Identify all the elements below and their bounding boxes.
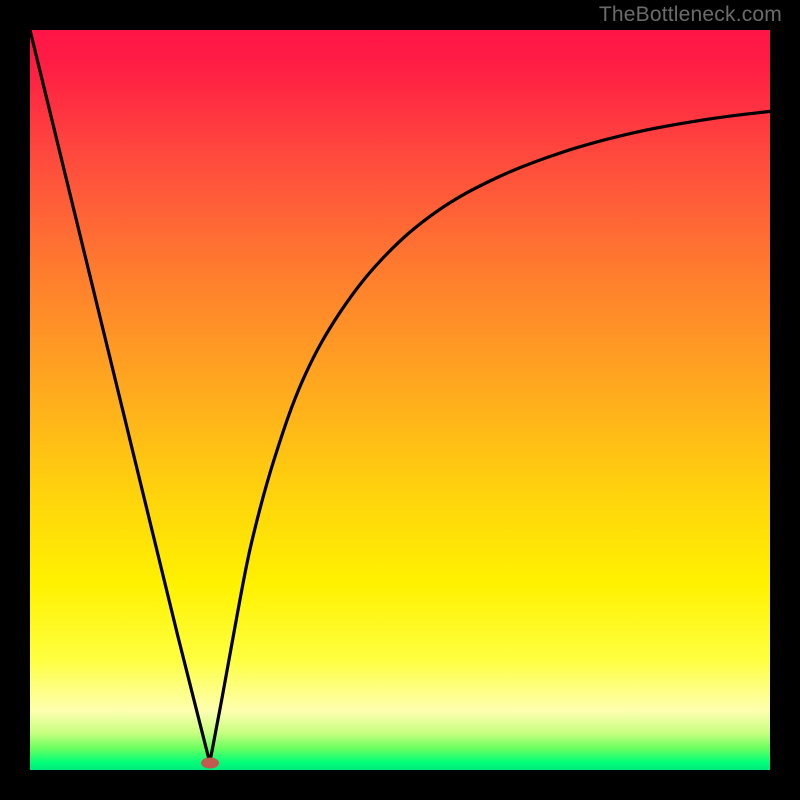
- watermark-text: TheBottleneck.com: [599, 3, 782, 27]
- minimum-marker: [201, 757, 219, 768]
- plot-area: [30, 30, 770, 770]
- chart-frame: TheBottleneck.com: [0, 0, 800, 800]
- curve-left-branch: [30, 30, 210, 763]
- bottleneck-curve: [30, 30, 770, 770]
- curve-right-branch: [210, 111, 770, 762]
